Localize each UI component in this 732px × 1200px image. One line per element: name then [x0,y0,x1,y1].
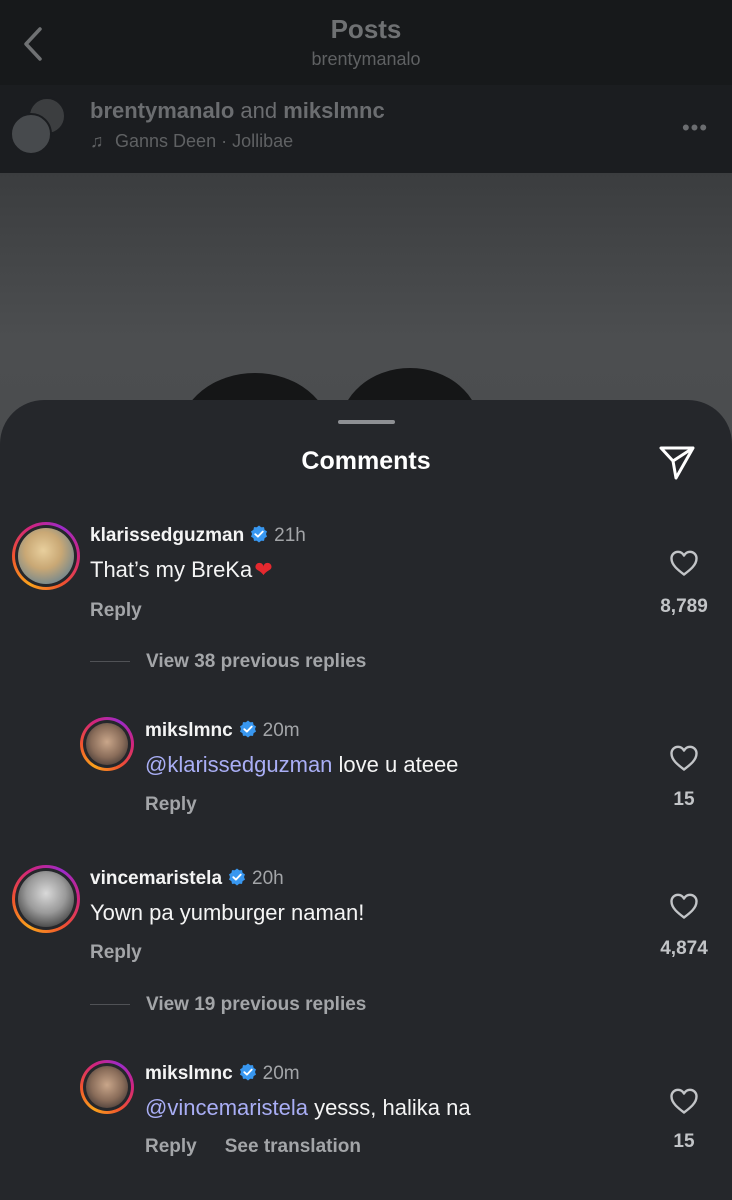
heart-outline-icon [670,745,698,771]
music-note-icon: ♫ [90,131,104,151]
author-joiner: and [240,98,278,123]
more-options-button[interactable]: ••• [680,115,710,140]
author-name[interactable]: brentymanalo [90,98,234,123]
story-ring[interactable] [12,522,80,590]
collab-avatars[interactable] [10,97,70,157]
like-count: 8,789 [660,596,708,617]
like-count: 4,874 [660,938,708,959]
avatar [86,1066,128,1108]
verified-badge-icon [239,720,256,738]
avatar [18,871,74,927]
comment-time: 20m [262,720,300,741]
audio-track[interactable]: ♫ Ganns Deen · Jollibae [90,131,293,152]
like-button[interactable] [669,1087,699,1115]
page-subtitle: brentymanalo [311,49,421,69]
reply-button[interactable]: Reply [90,600,142,621]
comment-username[interactable]: mikslmnc [145,1063,233,1084]
view-replies-button[interactable]: View 38 previous replies [90,651,366,673]
story-ring[interactable] [80,717,134,771]
comment-text: Yown pa yumburger naman! [90,900,365,925]
comment-username[interactable]: klarissedguzman [90,525,244,546]
mention-link[interactable]: @vincemaristela [145,1095,308,1120]
red-heart-emoji: ❤ [254,557,273,582]
top-bar: Posts brentymanalo [0,0,732,85]
comment-username[interactable]: mikslmnc [145,720,233,741]
like-button[interactable] [669,549,699,577]
story-ring[interactable] [80,1060,134,1114]
see-translation-button[interactable]: See translation [225,1136,361,1157]
comments-sheet: Comments klarissedguzman 21h That’s my Br… [0,400,732,1200]
more-options-icon: ••• [681,115,709,140]
view-replies-button[interactable]: View 19 previous replies [90,994,366,1016]
divider [90,1004,130,1006]
post-author-row: brentymanalo and mikslmnc ♫ Ganns Deen ·… [0,85,732,173]
reply-item: mikslmnc 20m @vincemaristela yesss, halik… [0,1045,732,1195]
audio-label: Ganns Deen · Jollibae [115,131,294,151]
like-count: 15 [673,1131,695,1152]
page-title: Posts [330,14,402,44]
verified-badge-icon [239,1063,256,1081]
verified-badge-icon [229,868,246,886]
divider [90,661,130,663]
reply-button[interactable]: Reply [90,942,142,963]
comment-text: That’s my BreKa❤ [90,557,273,582]
like-button[interactable] [669,892,699,920]
verified-badge-icon [251,525,268,543]
comment-time: 20h [252,868,284,889]
like-button[interactable] [669,744,699,772]
comment-item: vincemaristela 20h Yown pa yumburger nama… [0,850,732,1020]
mention-link[interactable]: @klarissedguzman [145,752,332,777]
heart-outline-icon [670,550,698,576]
post-authors[interactable]: brentymanalo and mikslmnc [90,98,385,124]
story-ring[interactable] [12,865,80,933]
avatar [10,113,52,155]
comment-username[interactable]: vincemaristela [90,868,222,889]
comment-text: @vincemaristela yesss, halika na [145,1095,471,1120]
avatar [18,528,74,584]
heart-outline-icon [670,893,698,919]
comment-time: 21h [274,525,306,546]
reply-item: mikslmnc 20m @klarissedguzman love u atee… [0,700,732,830]
comment-time: 20m [262,1063,300,1084]
avatar [86,723,128,765]
author-name[interactable]: mikslmnc [283,98,385,123]
heart-outline-icon [670,1088,698,1114]
like-count: 15 [673,789,695,810]
reply-button[interactable]: Reply [145,1136,197,1157]
comment-item: klarissedguzman 21h That’s my BreKa❤ Repl… [0,400,732,680]
reply-button[interactable]: Reply [145,794,197,815]
comment-text: @klarissedguzman love u ateee [145,752,459,777]
